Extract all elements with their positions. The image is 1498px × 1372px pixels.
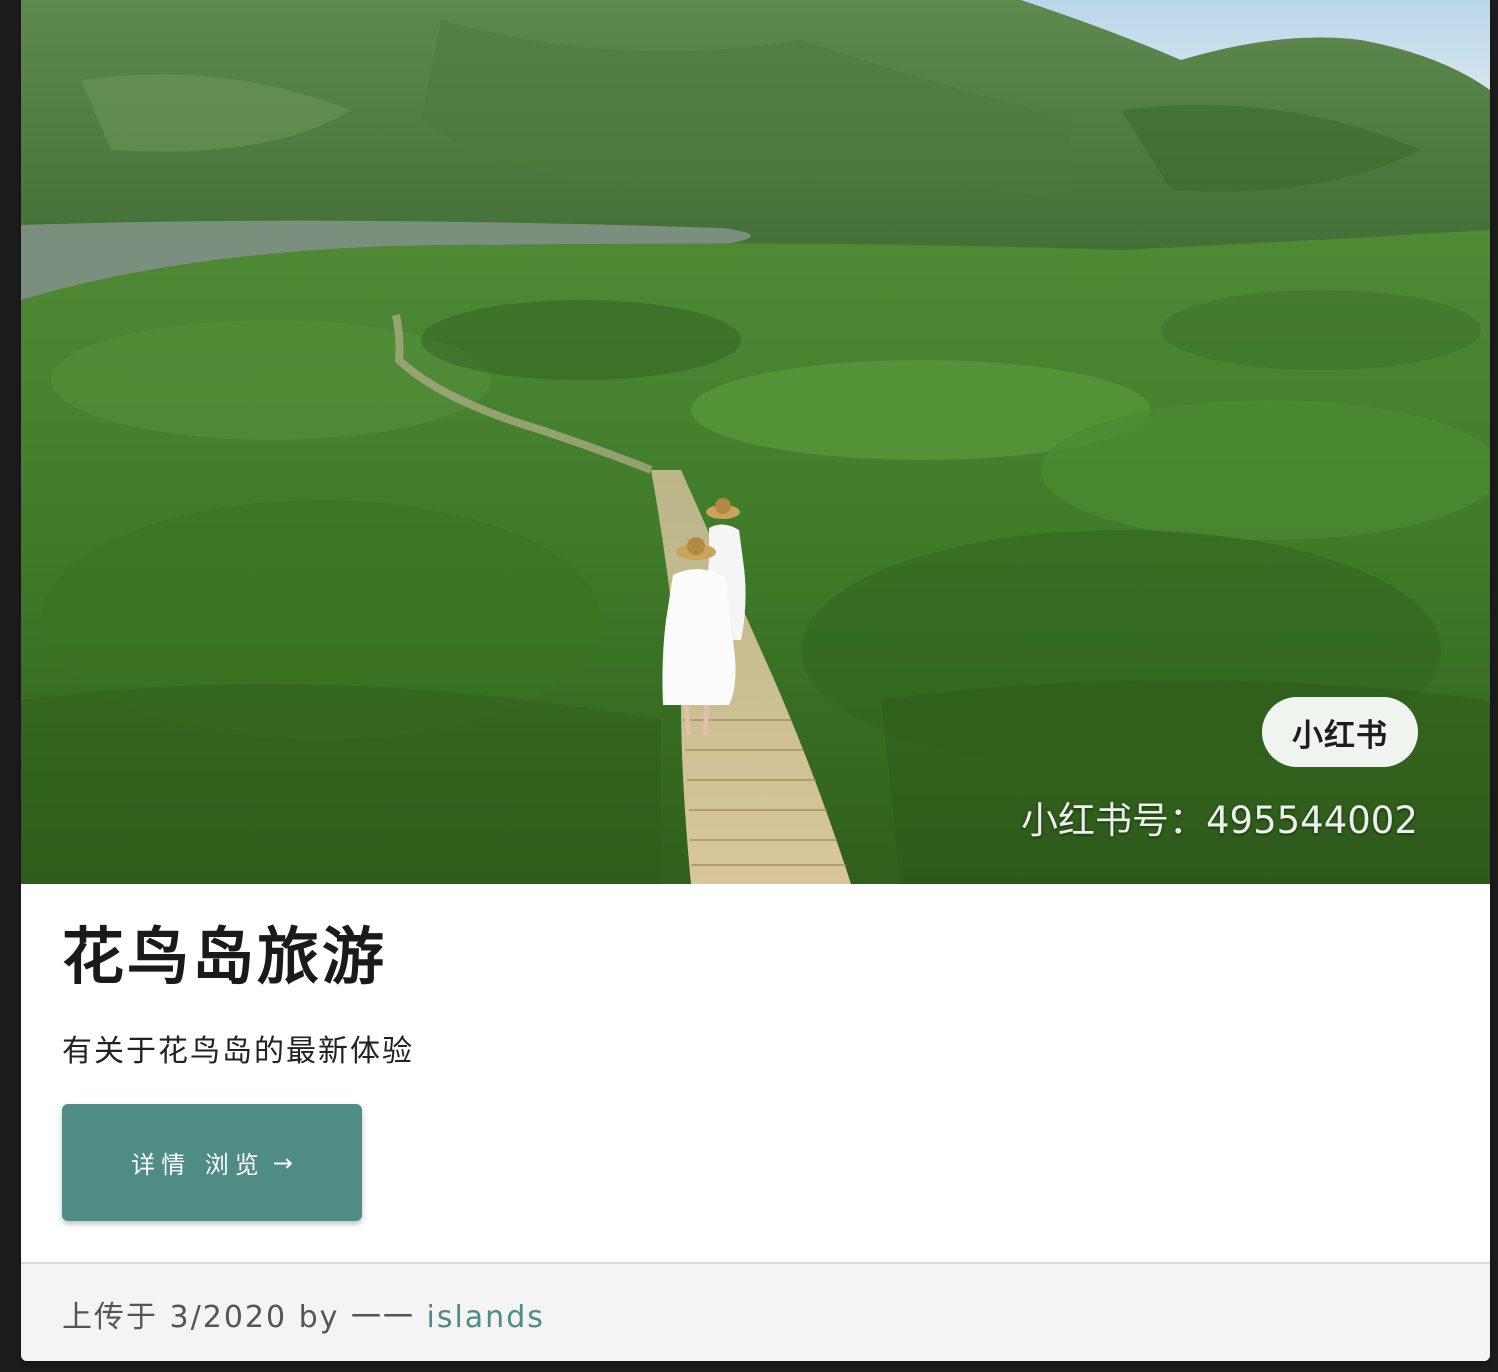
card-subtitle: 有关于花鸟岛的最新体验 bbox=[62, 1034, 414, 1069]
card-body: 花鸟岛旅游 有关于花鸟岛的最新体验 详情 浏览 → bbox=[21, 884, 1490, 1262]
hero-image: 小红书 小红书号：495544002 bbox=[21, 0, 1490, 884]
article-card: 小红书 小红书号：495544002 花鸟岛旅游 有关于花鸟岛的最新体验 详情 … bbox=[21, 0, 1490, 1361]
watermark-badge: 小红书 bbox=[1262, 697, 1418, 767]
details-browse-label: 详情 浏览 bbox=[131, 1151, 265, 1179]
watermark-id: 小红书号：495544002 bbox=[1021, 799, 1418, 842]
card-title: 花鸟岛旅游 bbox=[62, 920, 388, 993]
details-browse-button[interactable]: 详情 浏览 → bbox=[62, 1104, 362, 1221]
upload-info: 上传于 3/2020 by 一一 islands bbox=[62, 1292, 545, 1336]
upload-info-prefix: 上传于 3/2020 by 一一 bbox=[62, 1300, 415, 1335]
arrow-right-icon: → bbox=[272, 1148, 293, 1177]
author-link[interactable]: islands bbox=[427, 1300, 545, 1335]
card-footer: 上传于 3/2020 by 一一 islands bbox=[21, 1262, 1490, 1361]
